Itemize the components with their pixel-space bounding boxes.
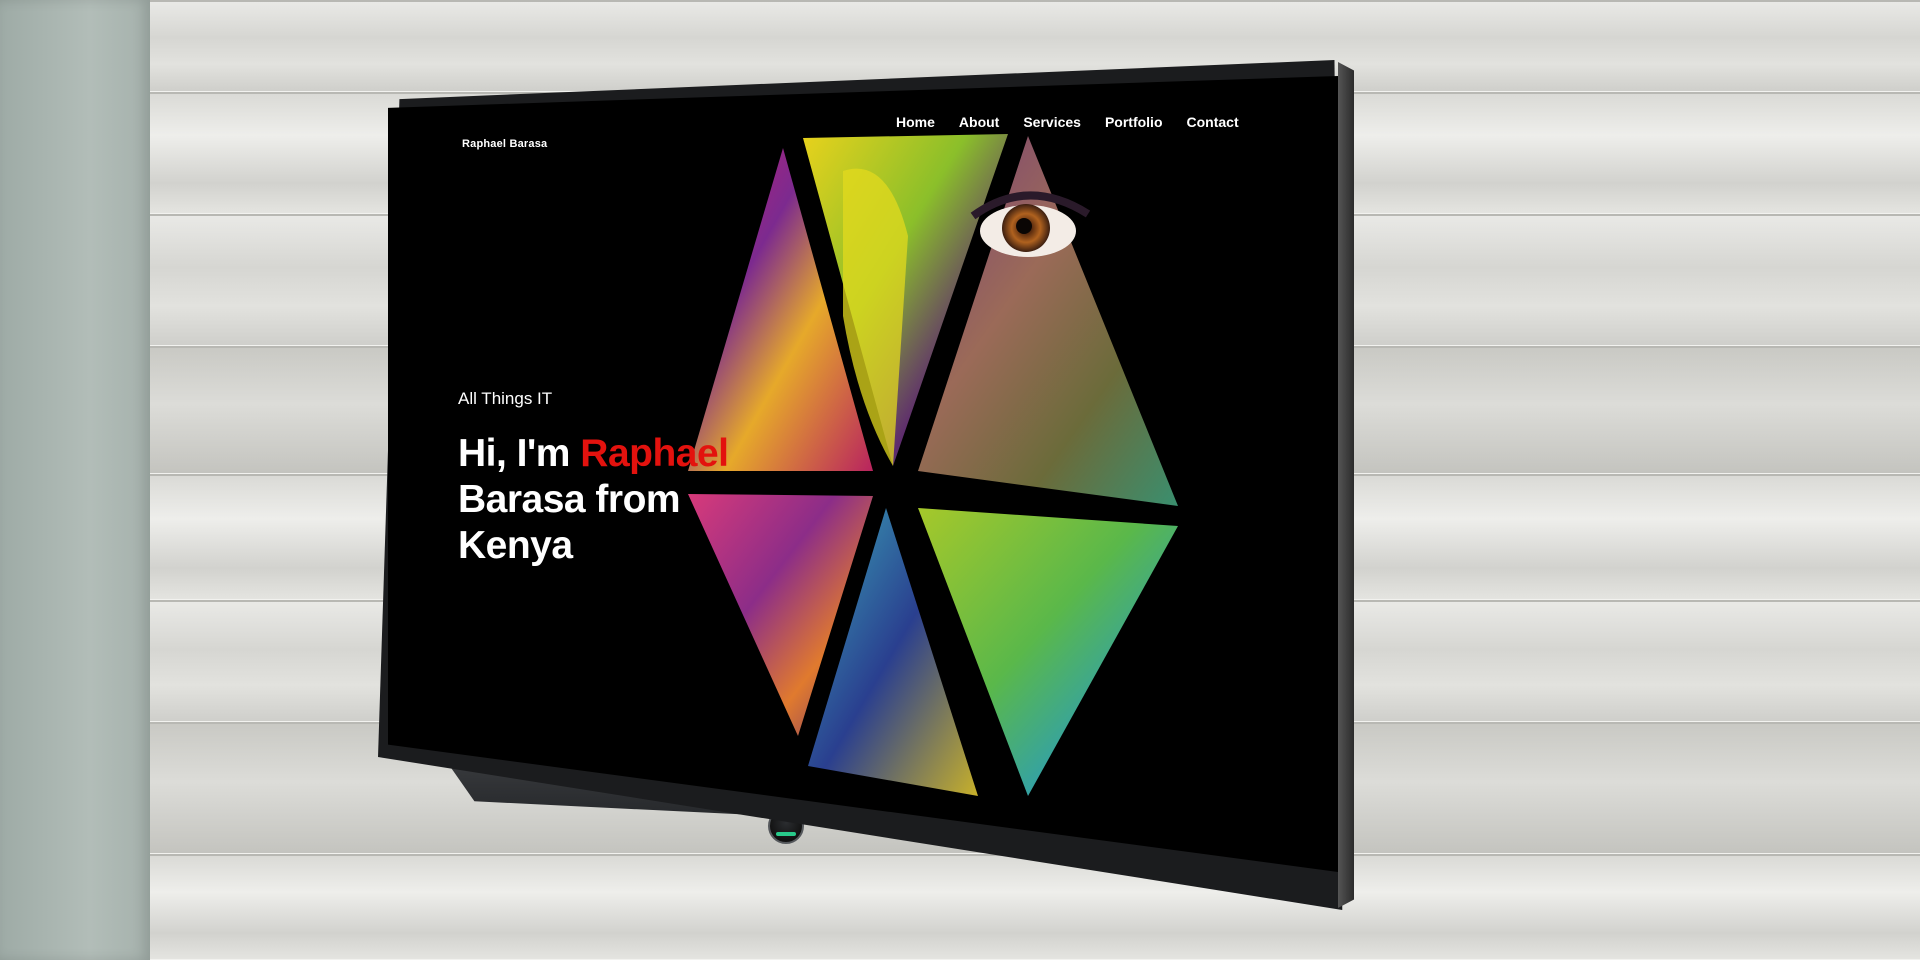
nav-services[interactable]: Services (1023, 114, 1081, 130)
headline-suffix: Barasa from Kenya (458, 478, 681, 567)
nav-home[interactable]: Home (896, 114, 935, 130)
tv: Raphael Barasa Home About Services Portf… (0, 0, 1920, 960)
headline-prefix: Hi, I'm (458, 432, 581, 475)
headline-highlight: Raphael (580, 432, 729, 475)
scene: Raphael Barasa Home About Services Portf… (0, 0, 1920, 960)
eye-pupil (1016, 218, 1032, 234)
nav-about[interactable]: About (959, 114, 999, 130)
tv-screen: Raphael Barasa Home About Services Portf… (388, 76, 1338, 872)
hero-headline: Hi, I'm Raphael Barasa from Kenya (458, 431, 758, 569)
main-nav: Home About Services Portfolio Contact (896, 114, 1263, 130)
hero-tagline: All Things IT (458, 389, 553, 408)
power-indicator-light (776, 832, 796, 836)
website: Raphael Barasa Home About Services Portf… (388, 76, 1338, 872)
nav-contact[interactable]: Contact (1187, 114, 1239, 130)
site-logo[interactable]: Raphael Barasa (462, 138, 547, 150)
tv-side-edge (1338, 62, 1354, 908)
nav-portfolio[interactable]: Portfolio (1105, 114, 1163, 130)
